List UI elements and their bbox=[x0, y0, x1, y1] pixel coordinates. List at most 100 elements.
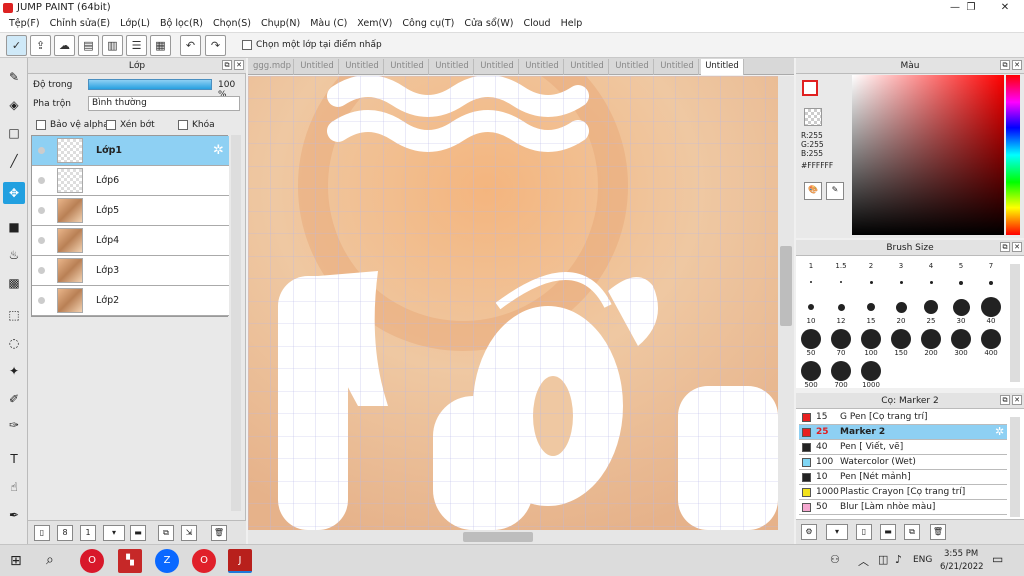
magic-wand-icon[interactable]: ✦ bbox=[3, 360, 25, 382]
float-icon[interactable]: ⧉ bbox=[222, 60, 232, 70]
brush-close-icon[interactable]: ✕ bbox=[1012, 242, 1022, 252]
brush-size-option[interactable]: 300 bbox=[947, 328, 975, 358]
menu-item[interactable]: Tệp(F) bbox=[4, 16, 45, 32]
jump-paint-task-icon[interactable]: J bbox=[228, 549, 252, 573]
pen-float-icon[interactable]: ⧉ bbox=[1000, 395, 1010, 405]
new-8bit-layer-icon[interactable]: 8 bbox=[57, 525, 73, 541]
document-tab[interactable]: ggg.mdp bbox=[251, 59, 294, 75]
brush-float-icon[interactable]: ⧉ bbox=[1000, 242, 1010, 252]
pen-doc-icon[interactable]: ▯ bbox=[856, 524, 872, 540]
bucket-tool-icon[interactable]: ♨ bbox=[3, 244, 25, 266]
select-rect-icon[interactable]: ⬚ bbox=[3, 304, 25, 326]
fill-rect-tool-icon[interactable]: ■ bbox=[3, 216, 25, 238]
hue-slider[interactable] bbox=[1006, 75, 1020, 235]
document-tab[interactable]: Untitled bbox=[701, 59, 744, 75]
pen-settings-gear-icon[interactable]: ✲ bbox=[995, 425, 1004, 439]
brush-size-option[interactable]: 4 bbox=[917, 262, 945, 294]
brush-size-option[interactable]: 70 bbox=[827, 328, 855, 358]
speech-bubble-icon[interactable]: ☁ bbox=[54, 35, 75, 56]
eraser-tool-icon[interactable]: ◈ bbox=[3, 94, 25, 116]
document-tab[interactable]: Untitled bbox=[386, 59, 429, 75]
select-tool-icon[interactable]: ✓ bbox=[6, 35, 27, 56]
people-icon[interactable]: ⚇ bbox=[830, 553, 840, 566]
show-hidden-icon[interactable]: ︿ bbox=[858, 553, 869, 569]
brush-size-option[interactable]: 1000 bbox=[857, 360, 885, 390]
menu-item[interactable]: Công cụ(T) bbox=[397, 16, 459, 32]
visibility-icon[interactable] bbox=[38, 177, 45, 184]
menu-item[interactable]: Xem(V) bbox=[352, 16, 397, 32]
layer-row[interactable]: Lớp6 bbox=[32, 166, 229, 196]
palette-icon[interactable]: 🎨 bbox=[804, 182, 822, 200]
rectangle-tool-icon[interactable]: □ bbox=[3, 122, 25, 144]
pen-close-icon[interactable]: ✕ bbox=[1012, 395, 1022, 405]
foreground-color[interactable] bbox=[802, 80, 818, 96]
brush-size-option[interactable]: 3 bbox=[887, 262, 915, 294]
layer-row[interactable]: Lớp4 bbox=[32, 226, 229, 256]
menu-item[interactable]: Chọn(S) bbox=[208, 16, 256, 32]
operation-tool-icon[interactable]: ☝ bbox=[3, 476, 25, 498]
undo-icon[interactable]: ↶ bbox=[180, 35, 201, 56]
visibility-icon[interactable] bbox=[38, 207, 45, 214]
opacity-slider[interactable] bbox=[88, 79, 212, 90]
eyedropper-icon[interactable]: ✒ bbox=[3, 504, 25, 526]
document-tab[interactable]: Untitled bbox=[521, 59, 564, 75]
brush-size-option[interactable]: 7 bbox=[977, 262, 1005, 294]
pen-item[interactable]: 10 Pen [Nét mảnh] bbox=[799, 470, 1007, 485]
canvas-vertical-scrollbar[interactable] bbox=[778, 76, 794, 530]
maximize-button[interactable]: ❐ bbox=[954, 0, 988, 16]
pen-scrollbar[interactable] bbox=[1010, 417, 1020, 517]
select-pen-icon[interactable]: ✐ bbox=[3, 388, 25, 410]
close-button[interactable]: ✕ bbox=[988, 0, 1022, 16]
brush-size-option[interactable]: 15 bbox=[857, 296, 885, 326]
brush-size-option[interactable]: 25 bbox=[917, 296, 945, 326]
merge-layer-icon[interactable]: ⇲ bbox=[181, 525, 197, 541]
color-float-icon[interactable]: ⧉ bbox=[1000, 60, 1010, 70]
language-indicator[interactable]: ENG bbox=[913, 555, 932, 565]
pen-item[interactable]: 25 Marker 2 ✲ bbox=[799, 425, 1007, 440]
brush-size-option[interactable]: 30 bbox=[947, 296, 975, 326]
duplicate-layer-icon[interactable]: ⧉ bbox=[158, 525, 174, 541]
brush-size-option[interactable]: 500 bbox=[797, 360, 825, 390]
pen-item[interactable]: 50 Blur [Làm nhòe màu] bbox=[799, 500, 1007, 515]
pen-folder-icon[interactable]: ▬ bbox=[880, 524, 896, 540]
document-tab[interactable]: Untitled bbox=[656, 59, 699, 75]
lock-checkbox[interactable] bbox=[178, 120, 188, 130]
search-icon[interactable]: ⌕ bbox=[46, 552, 54, 568]
menu-item[interactable]: Help bbox=[556, 16, 588, 32]
brush-size-option[interactable]: 40 bbox=[977, 296, 1005, 326]
document-icon[interactable]: ▥ bbox=[102, 35, 123, 56]
pen-item[interactable]: 15 G Pen [Cọ trang trí] bbox=[799, 410, 1007, 425]
document-tab[interactable]: Untitled bbox=[296, 59, 339, 75]
layer-row[interactable]: Lớp1 ✲ bbox=[32, 136, 229, 166]
pen-item[interactable]: 100 Watercolor (Wet) bbox=[799, 455, 1007, 470]
horizontal-scroll-thumb[interactable] bbox=[463, 532, 533, 542]
opera-gx-icon[interactable]: O bbox=[192, 549, 216, 573]
layer-row[interactable]: Lớp3 bbox=[32, 256, 229, 286]
document-tab[interactable]: Untitled bbox=[566, 59, 609, 75]
palette-edit-icon[interactable]: ✎ bbox=[826, 182, 844, 200]
menu-item[interactable]: Cloud bbox=[518, 16, 555, 32]
brush-size-option[interactable]: 150 bbox=[887, 328, 915, 358]
panel-close-icon[interactable]: ✕ bbox=[234, 60, 244, 70]
canvas-horizontal-scrollbar[interactable] bbox=[248, 530, 794, 544]
app-grid-icon[interactable]: ▚ bbox=[118, 549, 142, 573]
menu-item[interactable]: Chụp(N) bbox=[256, 16, 305, 32]
line-tool-icon[interactable]: ╱ bbox=[3, 150, 25, 172]
document-tab[interactable]: Untitled bbox=[476, 59, 519, 75]
new-layer-icon[interactable]: ▯ bbox=[34, 525, 50, 541]
visibility-icon[interactable] bbox=[38, 237, 45, 244]
pen-copy-icon[interactable]: ⧉ bbox=[904, 524, 920, 540]
brush-size-option[interactable]: 2 bbox=[857, 262, 885, 294]
brush-size-option[interactable]: 20 bbox=[887, 296, 915, 326]
document-tab[interactable]: Untitled bbox=[341, 59, 384, 75]
clipping-checkbox[interactable] bbox=[106, 120, 116, 130]
vertical-scroll-thumb[interactable] bbox=[780, 246, 792, 326]
visibility-icon[interactable] bbox=[38, 147, 45, 154]
brush-size-option[interactable]: 400 bbox=[977, 328, 1005, 358]
brush-size-option[interactable]: 5 bbox=[947, 262, 975, 294]
protect-alpha-checkbox[interactable] bbox=[36, 120, 46, 130]
layer-scrollbar[interactable] bbox=[231, 135, 241, 511]
brush-size-option[interactable]: 50 bbox=[797, 328, 825, 358]
blend-mode-select[interactable]: Bình thường bbox=[88, 96, 240, 111]
menu-item[interactable]: Lớp(L) bbox=[115, 16, 155, 32]
